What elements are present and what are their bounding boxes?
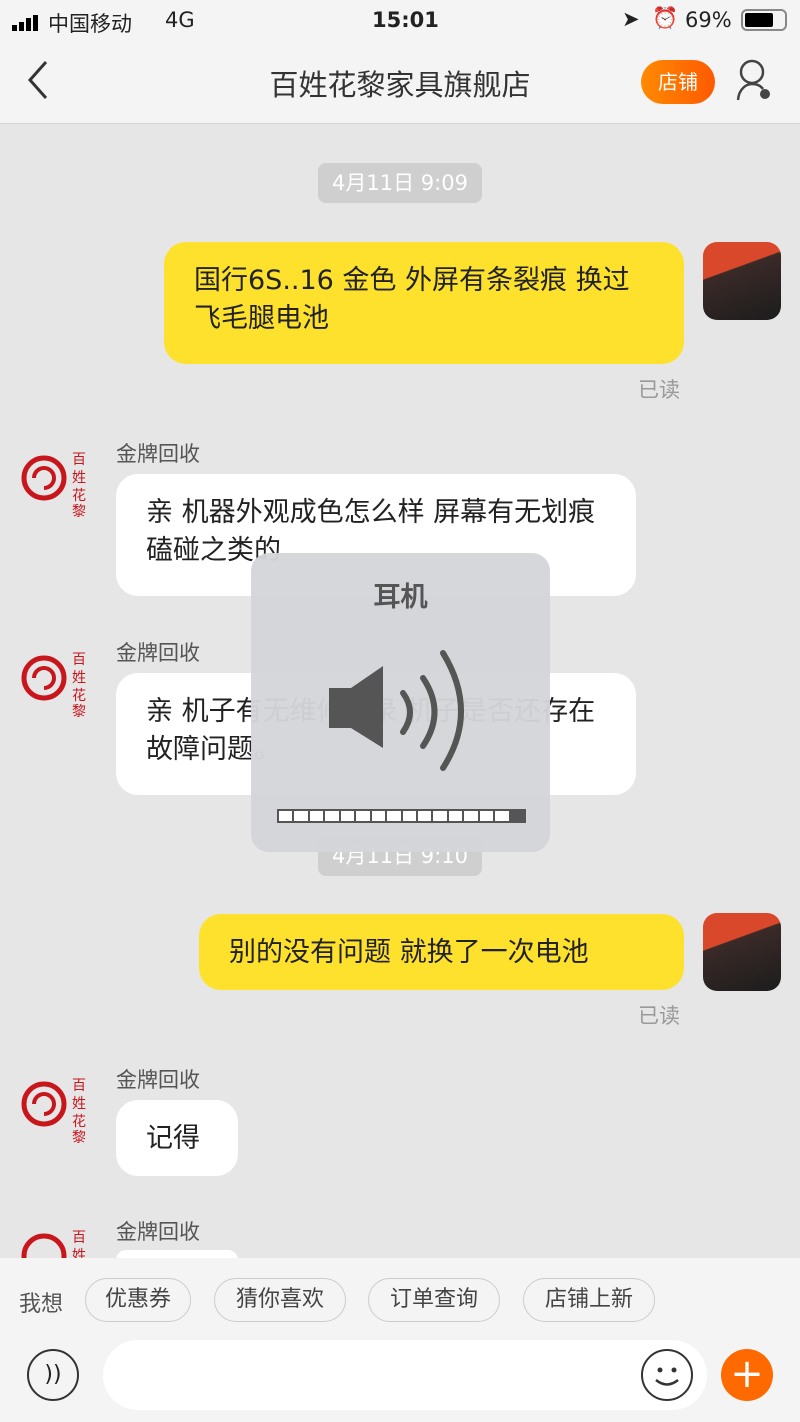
shop-button[interactable]: 店铺 [641,60,715,104]
quick-reply-new[interactable]: 店铺上新 [523,1278,655,1322]
volume-segment [479,811,494,821]
volume-segment [294,811,308,821]
alarm-icon: ⏰ [652,6,679,30]
svg-text:姓: 姓 [72,1096,86,1112]
voice-input-button[interactable]: )) [27,1349,79,1401]
sender-name: 金牌回收 [116,1220,200,1244]
svg-text:黎: 黎 [72,1130,86,1144]
volume-segment [340,811,355,821]
my-message[interactable]: 别的没有问题 就换了一次电池 [199,914,684,990]
svg-text:姓: 姓 [72,470,86,486]
volume-segment [402,811,416,821]
plus-button[interactable]: + [721,1349,773,1401]
read-status: 已读 [638,378,680,402]
shop-logo[interactable]: 百姓花黎 [20,1066,98,1146]
quick-reply-order[interactable]: 订单查询 [368,1278,500,1322]
svg-text:黎: 黎 [72,704,86,718]
signal-icon [12,12,46,36]
shop-logo[interactable]: 百姓花黎 [20,640,98,720]
svg-text:花: 花 [72,488,86,504]
volume-segment [371,811,386,821]
volume-hud-label: 耳机 [373,582,428,613]
timestamp: 4月11日 9:09 [318,163,482,203]
my-avatar[interactable] [703,913,781,991]
volume-segment [464,811,478,821]
volume-segment [448,811,463,821]
emoji-button[interactable] [641,1349,693,1401]
volume-segment [309,811,324,821]
network: 4G [165,8,195,32]
my-message[interactable]: 国行6S..16 金色 外屏有条裂痕 换过飞毛腿电池 [164,242,684,364]
volume-segment [433,811,447,821]
volume-segment [387,811,401,821]
clock: 15:01 [372,8,439,32]
sender-name: 金牌回收 [116,442,200,466]
bottom-panel: 我想 优惠券 猜你喜欢 订单查询 店铺上新 )) + [0,1258,800,1422]
svg-text:黎: 黎 [72,504,86,518]
svg-text:花: 花 [72,688,86,704]
battery-icon [741,9,787,31]
status-bar: 中国移动 4G 15:01 ➤ ⏰ 69% [0,0,800,40]
quick-reply-coupon[interactable]: 优惠券 [85,1278,191,1322]
read-status: 已读 [638,1004,680,1028]
svg-text:百: 百 [72,452,86,468]
volume-segment [417,811,432,821]
svg-text:百: 百 [72,652,86,668]
volume-segment [495,811,509,821]
svg-text:百: 百 [72,1078,86,1094]
shop-logo[interactable]: 百姓 [20,1218,98,1258]
carrier: 中国移动 [48,12,132,36]
volume-segment [325,811,339,821]
my-avatar[interactable] [703,242,781,320]
battery-percent: 69% [685,8,732,32]
location-icon: ➤ [622,7,640,31]
svg-text:百: 百 [72,1230,86,1246]
speaker-icon [329,650,464,771]
svg-text:姓: 姓 [72,670,86,686]
user-settings-icon[interactable] [735,58,775,108]
volume-segment [510,811,524,821]
volume-segment [356,811,370,821]
shop-logo[interactable]: 百姓花黎 [20,440,98,520]
quick-reply-label: 我想 [19,1292,64,1317]
quick-reply-recommend[interactable]: 猜你喜欢 [214,1278,346,1322]
volume-level-bar [277,809,526,823]
message-input[interactable] [103,1340,707,1410]
sender-name: 金牌回收 [116,641,200,665]
volume-segment [279,811,293,821]
svg-text:花: 花 [72,1114,86,1130]
sender-name: 金牌回收 [116,1068,200,1092]
nav-bar: 百姓花黎家具旗舰店 店铺 [0,40,800,124]
volume-hud: 耳机 [251,553,550,852]
their-message[interactable]: 记得 [116,1100,238,1176]
svg-text:姓: 姓 [72,1248,86,1258]
